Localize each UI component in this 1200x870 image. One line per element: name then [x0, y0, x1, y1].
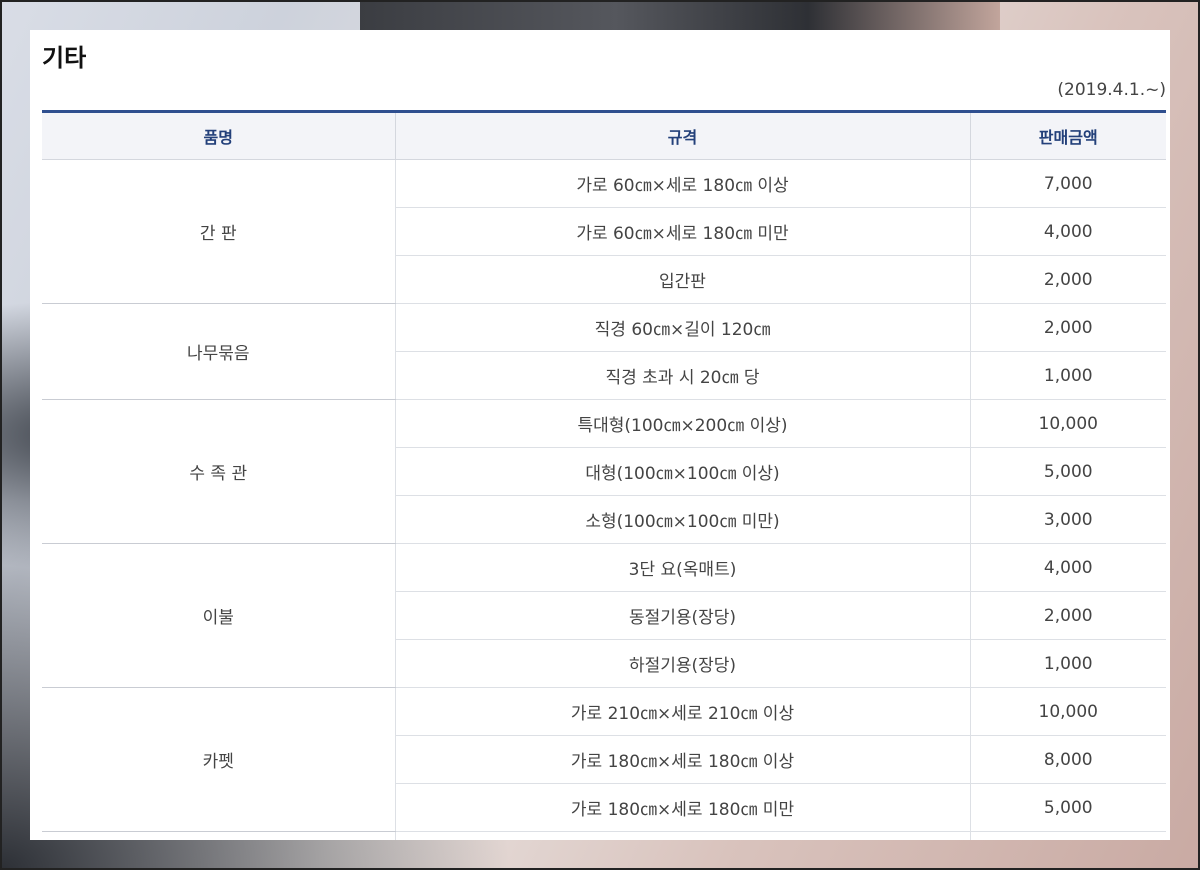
screenshot-border — [0, 0, 1200, 870]
